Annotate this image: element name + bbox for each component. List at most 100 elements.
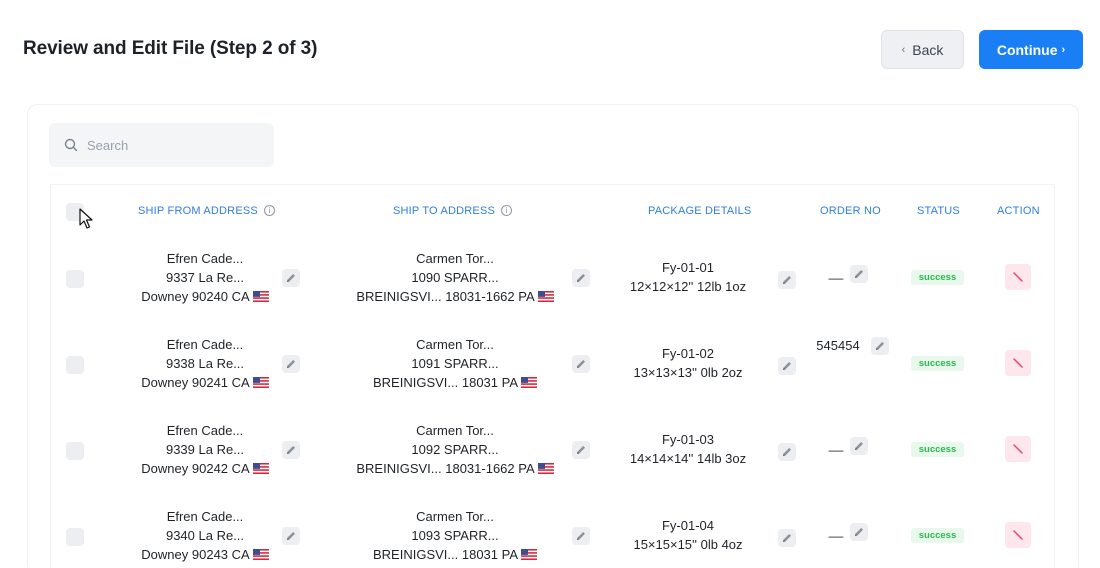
delete-row-button[interactable] <box>1005 350 1031 376</box>
ship-to-city-line: BREINIGSVI... 18031 PA <box>330 545 580 564</box>
delete-row-button[interactable] <box>1005 522 1031 548</box>
ship-from-name: Efren Cade... <box>166 423 244 438</box>
column-header-status: STATUS <box>917 205 960 217</box>
row-checkbox[interactable] <box>66 528 84 546</box>
ship-from-street: 9340 La Re... <box>165 528 245 543</box>
back-button[interactable]: ‹ Back <box>881 30 964 69</box>
slash-delete-icon <box>1012 529 1024 541</box>
ship-to-street: 1090 SPARR... <box>411 270 499 285</box>
page-header: Review and Edit File (Step 2 of 3) ‹ Bac… <box>0 0 1100 100</box>
edit-ship-to-button[interactable] <box>572 269 590 287</box>
pencil-icon <box>575 358 587 370</box>
ship-from-address: Efren Cade... 9339 La Re... Downey 90242… <box>110 421 300 478</box>
edit-order-number-button[interactable] <box>850 523 868 541</box>
edit-order-number-button[interactable] <box>850 265 868 283</box>
package-details: Fy-01-01 12×12×12'' 12lb 1oz <box>608 258 768 296</box>
column-header-order-no: ORDER NO <box>820 205 881 217</box>
us-flag-icon <box>518 547 537 562</box>
us-flag-icon <box>535 461 554 476</box>
row-checkbox[interactable] <box>66 356 84 374</box>
package-dimensions: 14×14×14'' 14lb 3oz <box>629 451 747 466</box>
ship-from-city-line: Downey 90241 CA <box>110 373 300 392</box>
edit-ship-from-button[interactable] <box>282 269 300 287</box>
search-input[interactable] <box>87 137 257 153</box>
package-id: Fy-01-04 <box>661 518 715 533</box>
search-box[interactable] <box>49 123 274 167</box>
edit-ship-to-button[interactable] <box>572 355 590 373</box>
delete-row-button[interactable] <box>1005 264 1031 290</box>
edit-package-button[interactable] <box>778 271 796 289</box>
pencil-icon <box>874 340 886 352</box>
us-flag-icon <box>250 375 269 390</box>
us-flag-icon <box>250 461 269 476</box>
column-header-label: SHIP FROM ADDRESS <box>138 205 258 217</box>
row-checkbox[interactable] <box>66 270 84 288</box>
ship-from-city: Downey 90243 CA <box>141 547 250 562</box>
ship-from-street: 9339 La Re... <box>165 442 245 457</box>
pencil-icon <box>853 268 865 280</box>
pencil-icon <box>575 272 587 284</box>
package-id: Fy-01-02 <box>661 346 715 361</box>
slash-delete-icon <box>1012 443 1024 455</box>
pencil-icon <box>781 532 793 544</box>
us-flag-icon <box>535 289 554 304</box>
info-icon[interactable]: i <box>501 205 513 216</box>
ship-from-city: Downey 90242 CA <box>141 461 250 476</box>
ship-from-city-line: Downey 90242 CA <box>110 459 300 478</box>
ship-to-street: 1091 SPARR... <box>411 356 499 371</box>
column-header-package-details: PACKAGE DETAILS <box>648 205 752 217</box>
ship-from-street: 9337 La Re... <box>165 270 245 285</box>
ship-to-address: Carmen Tor... 1091 SPARR... BREINIGSVI..… <box>330 335 580 392</box>
pencil-icon <box>575 530 587 542</box>
ship-from-address: Efren Cade... 9338 La Re... Downey 90241… <box>110 335 300 392</box>
slash-delete-icon <box>1012 271 1024 283</box>
edit-order-number-button[interactable] <box>850 437 868 455</box>
continue-button[interactable]: Continue › <box>979 30 1083 69</box>
edit-ship-from-button[interactable] <box>282 441 300 459</box>
package-details: Fy-01-04 15×15×15'' 0lb 4oz <box>608 516 768 554</box>
ship-from-city: Downey 90241 CA <box>141 375 250 390</box>
column-header-ship-to[interactable]: SHIP TO ADDRESS i <box>393 205 513 217</box>
status-badge: success <box>911 442 964 457</box>
ship-to-name: Carmen Tor... <box>416 251 494 266</box>
column-header-action: ACTION <box>997 205 1040 217</box>
page-title: Review and Edit File (Step 2 of 3) <box>23 38 318 59</box>
pencil-icon <box>853 440 865 452</box>
pencil-icon <box>575 444 587 456</box>
ship-to-city: BREINIGSVI... 18031 PA <box>373 375 518 390</box>
ship-to-address: Carmen Tor... 1093 SPARR... BREINIGSVI..… <box>330 507 580 564</box>
mouse-pointer-icon <box>79 208 93 229</box>
package-id: Fy-01-03 <box>661 432 715 447</box>
ship-to-city: BREINIGSVI... 18031-1662 PA <box>356 289 535 304</box>
ship-from-name: Efren Cade... <box>166 509 244 524</box>
delete-row-button[interactable] <box>1005 436 1031 462</box>
pencil-icon <box>781 446 793 458</box>
continue-button-label: Continue <box>996 41 1058 58</box>
edit-package-button[interactable] <box>778 443 796 461</box>
info-icon[interactable]: i <box>263 205 275 216</box>
ship-to-street: 1092 SPARR... <box>411 442 499 457</box>
row-checkbox[interactable] <box>66 442 84 460</box>
slash-delete-icon <box>1012 357 1024 369</box>
search-icon <box>64 138 78 152</box>
ship-to-city-line: BREINIGSVI... 18031-1662 PA <box>330 287 580 306</box>
chevron-right-icon: › <box>1061 43 1066 56</box>
pencil-icon <box>781 274 793 286</box>
pencil-icon <box>285 530 297 542</box>
edit-order-number-button[interactable] <box>871 337 889 355</box>
ship-to-city-line: BREINIGSVI... 18031-1662 PA <box>330 459 580 478</box>
ship-from-address: Efren Cade... 9337 La Re... Downey 90240… <box>110 249 300 306</box>
edit-package-button[interactable] <box>778 529 796 547</box>
edit-ship-from-button[interactable] <box>282 355 300 373</box>
pencil-icon <box>781 360 793 372</box>
pencil-icon <box>285 272 297 284</box>
edit-ship-to-button[interactable] <box>572 527 590 545</box>
column-header-ship-from[interactable]: SHIP FROM ADDRESS i <box>138 205 275 217</box>
ship-to-address: Carmen Tor... 1090 SPARR... BREINIGSVI..… <box>330 249 580 306</box>
ship-to-name: Carmen Tor... <box>416 509 494 524</box>
edit-ship-to-button[interactable] <box>572 441 590 459</box>
package-details: Fy-01-02 13×13×13'' 0lb 2oz <box>608 344 768 382</box>
edit-package-button[interactable] <box>778 357 796 375</box>
edit-ship-from-button[interactable] <box>282 527 300 545</box>
ship-to-city-line: BREINIGSVI... 18031 PA <box>330 373 580 392</box>
